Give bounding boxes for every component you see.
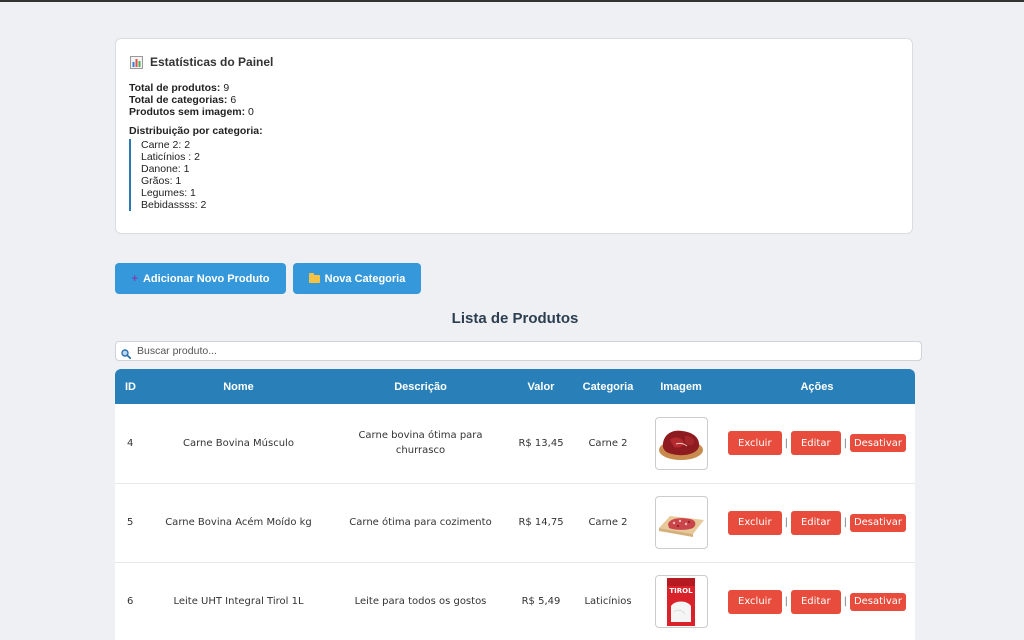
column-header-actions[interactable]: Ações: [719, 369, 915, 404]
cell-id: 6: [127, 596, 134, 607]
cell-description: Leite para todos os gostos: [354, 596, 487, 607]
column-header-name[interactable]: Nome: [145, 369, 332, 404]
bar-chart-icon: [130, 55, 143, 69]
column-header-image[interactable]: Imagem: [643, 369, 719, 404]
table-row: 4 Carne Bovina Músculo Carne bovina ótim…: [115, 404, 915, 483]
cell-name: Leite UHT Integral Tirol 1L: [173, 596, 304, 607]
cell-actions: Excluir | Editar | Desativar: [719, 562, 915, 640]
cell-actions: Excluir | Editar | Desativar: [719, 483, 915, 562]
cell-description: Carne ótima para cozimento: [349, 517, 492, 528]
distribution-title: Distribuição por categoria:: [129, 125, 263, 137]
stats-title-text: Estatísticas do Painel: [150, 55, 274, 69]
column-header-price[interactable]: Valor: [509, 369, 573, 404]
product-thumbnail-milk-carton[interactable]: TIROL: [654, 575, 708, 628]
search-bar[interactable]: [115, 341, 922, 361]
delete-button[interactable]: Excluir: [728, 510, 782, 535]
deactivate-button[interactable]: Desativar: [849, 513, 906, 532]
search-icon: [121, 346, 132, 360]
action-separator: |: [843, 517, 847, 528]
distribution-list: Carne 2: 2 Laticínios : 2 Danone: 1 Grão…: [129, 139, 206, 211]
stat-no-image: Produtos sem imagem: 0: [129, 106, 254, 118]
table-header-row: ID Nome Descrição Valor Categoria Imagem…: [115, 369, 915, 404]
new-category-button[interactable]: Nova Categoria: [293, 263, 421, 294]
search-input[interactable]: [135, 344, 899, 358]
products-table: ID Nome Descrição Valor Categoria Imagem…: [115, 369, 915, 640]
cell-image: TIROL: [643, 562, 719, 640]
action-separator: |: [843, 437, 847, 449]
cell-price: R$ 14,75: [518, 517, 564, 528]
plus-icon: +: [131, 272, 138, 285]
window-top-border: [0, 0, 1024, 2]
delete-button[interactable]: Excluir: [728, 589, 782, 614]
cell-image: [643, 404, 719, 483]
stat-total-products: Total de produtos: 9: [129, 82, 230, 94]
cell-description: Carne bovina ótima para churrasco: [358, 430, 483, 457]
cell-id: 4: [127, 437, 134, 449]
add-product-label: Adicionar Novo Produto: [142, 272, 270, 285]
cell-category: Carne 2: [588, 437, 628, 449]
cell-image: [643, 483, 719, 562]
stats-title: Estatísticas do Painel: [130, 55, 273, 69]
folder-icon: [308, 272, 320, 283]
distribution-item: Danone: 1: [141, 163, 190, 175]
edit-button[interactable]: Editar: [790, 589, 841, 614]
deactivate-button[interactable]: Desativar: [849, 592, 906, 611]
table-row: 6 Leite UHT Integral Tirol 1L Leite para…: [115, 562, 915, 640]
column-header-id[interactable]: ID: [115, 369, 145, 404]
cell-name: Carne Bovina Acém Moído kg: [165, 517, 312, 528]
new-category-label: Nova Categoria: [324, 272, 406, 285]
cell-category: Laticínios: [584, 596, 632, 607]
action-separator: |: [784, 596, 788, 607]
product-list-title: Lista de Produtos: [451, 310, 579, 327]
table-row: 5 Carne Bovina Acém Moído kg Carne ótima…: [115, 483, 915, 562]
distribution-item: Grãos: 1: [141, 175, 182, 187]
deactivate-button[interactable]: Desativar: [849, 434, 906, 453]
distribution-item: Carne 2: 2: [141, 139, 191, 151]
cell-actions: Excluir | Editar | Desativar: [719, 404, 915, 483]
cell-price: R$ 5,49: [521, 596, 561, 607]
stats-panel: Estatísticas do Painel Total de produtos…: [115, 38, 913, 234]
edit-button[interactable]: Editar: [790, 431, 841, 456]
cell-id: 5: [127, 517, 134, 528]
distribution-item: Legumes: 1: [141, 187, 196, 199]
cell-name: Carne Bovina Músculo: [183, 437, 294, 449]
stat-total-categories: Total de categorias: 6: [129, 94, 237, 106]
delete-button[interactable]: Excluir: [728, 431, 782, 456]
action-separator: |: [784, 437, 788, 449]
cell-price: R$ 13,45: [518, 437, 564, 449]
milk-brand-text: TIROL: [669, 587, 693, 595]
stats-summary: Total de produtos: 9 Total de categorias…: [129, 82, 254, 118]
column-header-category[interactable]: Categoria: [573, 369, 643, 404]
product-thumbnail-beef-muscle[interactable]: [654, 416, 708, 470]
edit-button[interactable]: Editar: [790, 510, 841, 535]
column-header-description[interactable]: Descrição: [332, 369, 509, 404]
product-thumbnail-ground-beef[interactable]: [654, 496, 708, 549]
action-separator: |: [843, 596, 847, 607]
action-separator: |: [784, 517, 788, 528]
add-product-button[interactable]: + Adicionar Novo Produto: [115, 263, 286, 294]
distribution-item: Laticínios : 2: [141, 151, 200, 163]
distribution-item: Bebidassss: 2: [141, 199, 207, 211]
cell-category: Carne 2: [588, 517, 628, 528]
